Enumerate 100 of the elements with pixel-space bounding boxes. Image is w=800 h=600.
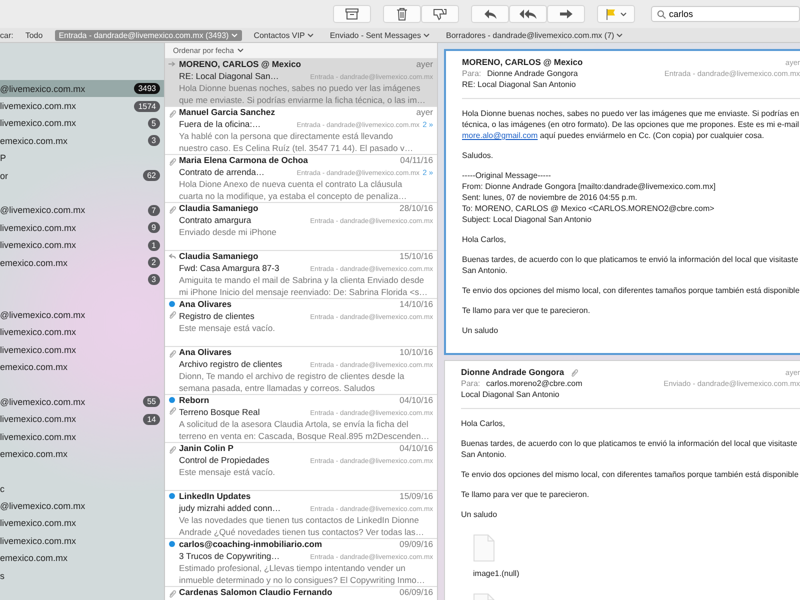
sender-name: Manuel Garcia Sanchez (179, 107, 275, 119)
scope-tab[interactable]: Contactos VIP (250, 30, 318, 40)
scope-tab[interactable]: Enviado - Sent Messages (326, 30, 434, 40)
message-preview: Ya hablé con la persona que directamente está llevando (179, 131, 394, 143)
message-row[interactable] (165, 539, 437, 587)
caret-icon (620, 12, 627, 16)
mailbox-item[interactable]: or 62 (0, 166, 164, 184)
mailbox-item[interactable]: emexico.com.mx (0, 445, 164, 463)
mailbox-item[interactable]: @livemexico.com.mx (0, 497, 164, 515)
mailbox-item[interactable]: livemexico.com.mx (0, 532, 164, 550)
mailbox-item[interactable]: c (0, 480, 164, 498)
forward-button[interactable] (547, 5, 585, 23)
body-text: técnica, o las imágenes (en otro formato). De las opciones que me propones. Este es mi e-mail (462, 119, 800, 130)
mailbox-item[interactable]: livemexico.com.mx 14 (0, 410, 164, 428)
unread-count-badge: 14 (143, 414, 160, 425)
mailbox-item[interactable]: @livemexico.com.mx 55 (0, 393, 164, 410)
message-date: 15/10/16 (400, 251, 433, 263)
message-preview: Estimado profesional, ¿Llevas tiempo intentando vender un (179, 563, 406, 575)
email-link[interactable]: more.alo@gmail.com (462, 131, 538, 140)
message-subject: Contrato amargura (179, 214, 252, 226)
trash-icon (396, 7, 408, 21)
message-date: 04/11/16 (400, 155, 433, 167)
message-subject: Control de Propiedades (179, 454, 270, 466)
mailbox-item[interactable]: emexico.com.mx (0, 358, 164, 376)
mailbox-item[interactable]: livemexico.com.mx 1 (0, 236, 164, 254)
message-subject: 3 Trucos de Copywriting… (179, 550, 280, 562)
mailbox-item[interactable]: P (0, 150, 164, 167)
message-row[interactable] (165, 251, 437, 299)
archive-button[interactable] (333, 5, 371, 23)
mailbox-item[interactable]: @livemexico.com.mx (0, 306, 164, 324)
unread-count-badge: 7 (148, 204, 160, 216)
mailbox-item[interactable]: livemexico.com.mx (0, 428, 164, 446)
message-row[interactable] (165, 59, 437, 107)
message-subject: Local Diagonal San Antonio (461, 389, 560, 400)
message-date: ayer (416, 59, 433, 71)
body-text: San Antonio. (462, 265, 508, 276)
recipient-name: carlos.moreno2@cbre.com (486, 378, 582, 389)
unread-count-badge: 1 (148, 240, 160, 251)
message-subject: Terreno Bosque Real (179, 406, 260, 418)
scope-tab[interactable]: Borradores - dandrade@livemexico.com.mx (7) (442, 30, 628, 40)
mailbox-item[interactable]: emexico.com.mx 2 (0, 254, 164, 272)
message-preview: que me enviaste. Si podrías enviarme la ficha técnica, o las im… (179, 94, 426, 106)
message-row[interactable] (165, 491, 437, 539)
flag-button[interactable] (597, 5, 635, 23)
body-text: Hola Carlos, (462, 234, 508, 245)
sender-name: Dionne Andrade Gongora (461, 367, 564, 378)
message-preview: Andrade ¿Qué novedades tienen tus contactos? Ver todas las… (179, 526, 426, 538)
mailbox-item[interactable]: livemexico.com.mx 5 (0, 114, 164, 132)
mailbox-item[interactable]: livemexico.com.mx 9 (0, 219, 164, 237)
mailbox-item[interactable]: @livemexico.com.mx 3493 (0, 80, 164, 98)
reply-all-button[interactable] (509, 5, 547, 23)
unread-count-badge: 9 (148, 222, 160, 234)
body-text: Saludos. (462, 150, 494, 161)
message-subject: judy mizrahi added conn… (179, 502, 281, 514)
mailbox-item[interactable]: @livemexico.com.mx 7 (0, 202, 164, 220)
body-text: San Antonio. (461, 449, 508, 460)
mailbox-item[interactable]: livemexico.com.mx (0, 514, 164, 532)
body-text: Un saludo (461, 509, 498, 520)
mailbox-item[interactable]: 3 (0, 271, 164, 289)
message-preview: Enviado desde mi iPhone (179, 227, 278, 239)
unread-count-badge: 2 (148, 257, 160, 268)
mailbox-item[interactable]: livemexico.com.mx 1574 (0, 97, 164, 115)
thumbs-down-icon (433, 8, 447, 20)
body-text: Te llamo para ver que te parecieron. (461, 489, 590, 500)
mailbox-item[interactable]: livemexico.com.mx (0, 323, 164, 341)
body-text: more.alo@gmail.com aquí puedes enviármelo en Cc. (Con copia) por cualquier cosa. (462, 130, 766, 141)
message-date: 10/10/16 (400, 347, 433, 359)
trash-button[interactable] (383, 5, 421, 23)
sender-name: MORENO, CARLOS @ Mexico (462, 57, 583, 68)
recipient-name: Dionne Andrade Gongora (487, 68, 578, 79)
body-text: -----Original Message----- (462, 170, 552, 181)
unread-count-badge: 3 (148, 135, 160, 146)
sender-name: Cardenas Salomon Claudio Fernando (179, 587, 332, 599)
scope-label: car: (0, 30, 14, 40)
body-text: Te envio dos opciones del mismo local, con diferentes tamaños porque también está disponible (462, 285, 800, 296)
reply-all-arrow-icon (518, 8, 538, 20)
mailbox-item[interactable]: livemexico.com.mx (0, 340, 164, 358)
mailbox-item[interactable]: s (0, 566, 164, 584)
message-row[interactable]: Cardenas Salomon Claudio Fernando 06/09/16 (165, 587, 437, 600)
message-preview: Dionn, Te mando el archivo de registro de clientes desde la (179, 371, 406, 383)
body-text: Hola Dionne buenas noches, sabes no puedo ver las imágenes que me enviaste. Si podrías en (462, 108, 800, 119)
search-input[interactable]: carlos (669, 9, 779, 19)
message-subject: Contrato de arrenda… (179, 166, 265, 178)
message-preview: nuestro caso. Es Celina Ruíz (tel. 3547 71 44). El pasado v… (179, 142, 414, 154)
message-row[interactable] (165, 107, 437, 155)
body-text: Te envio dos opciones del mismo local, con diferentes tamaños porque también está disponible (461, 469, 800, 480)
search-icon (657, 10, 666, 18)
message-subject: Fuera de la oficina:… (179, 118, 261, 130)
reply-button[interactable] (471, 5, 509, 23)
message-row[interactable] (165, 155, 437, 203)
junk-button[interactable] (421, 5, 459, 23)
message-subject: Registro de clientes (179, 310, 254, 322)
search-field[interactable]: carlos (651, 6, 800, 22)
scope-tab[interactable]: Todo (21, 30, 47, 40)
message-preview: Hola Dione Anexo de nueva cuenta el contrato La cláusula (179, 179, 404, 191)
reply-arrow-icon (482, 8, 498, 20)
sender-name: Claudia Samaniego (179, 203, 258, 215)
mailbox-item[interactable]: emexico.com.mx (0, 550, 164, 567)
message-date: 04/10/16 (400, 443, 433, 455)
mailbox-item[interactable]: emexico.com.mx 3 (0, 132, 164, 150)
